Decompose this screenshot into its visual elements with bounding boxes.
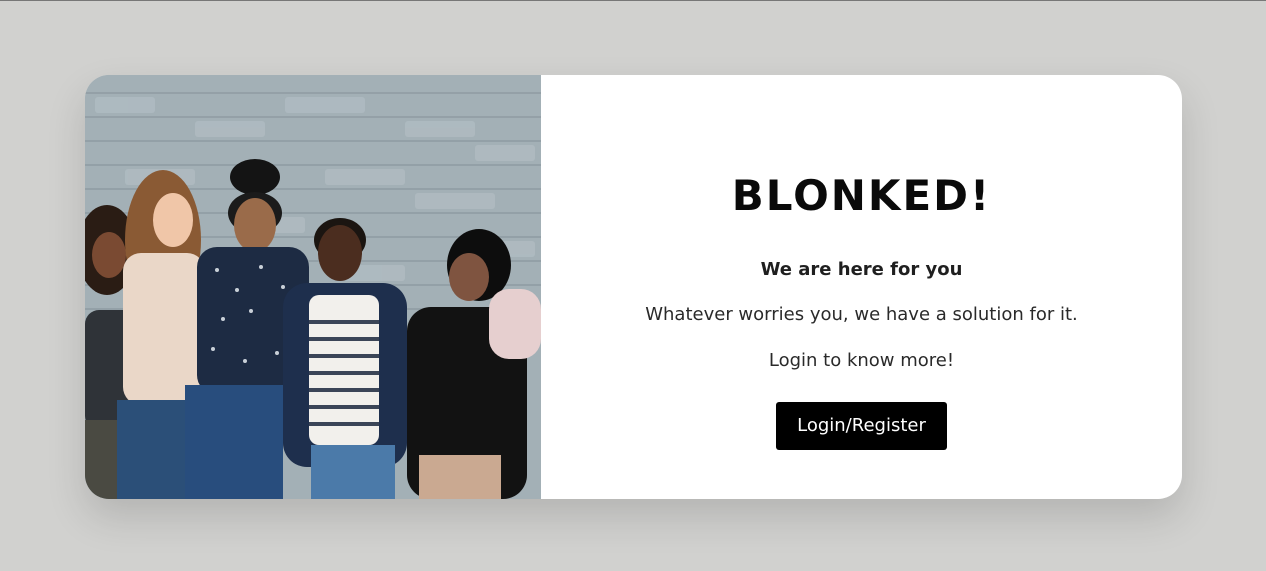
- description-text: Whatever worries you, we have a solution…: [645, 304, 1078, 325]
- content-panel: BLONKED! We are here for you Whatever wo…: [541, 75, 1182, 499]
- page-title: BLONKED!: [731, 171, 992, 220]
- hero-photo: [85, 75, 541, 499]
- window-top-border: [0, 0, 1266, 1]
- group-photo-icon: [85, 75, 541, 499]
- login-register-button[interactable]: Login/Register: [776, 402, 947, 450]
- landing-card: BLONKED! We are here for you Whatever wo…: [85, 75, 1182, 499]
- cta-text: Login to know more!: [768, 350, 955, 371]
- tagline: We are here for you: [760, 259, 963, 280]
